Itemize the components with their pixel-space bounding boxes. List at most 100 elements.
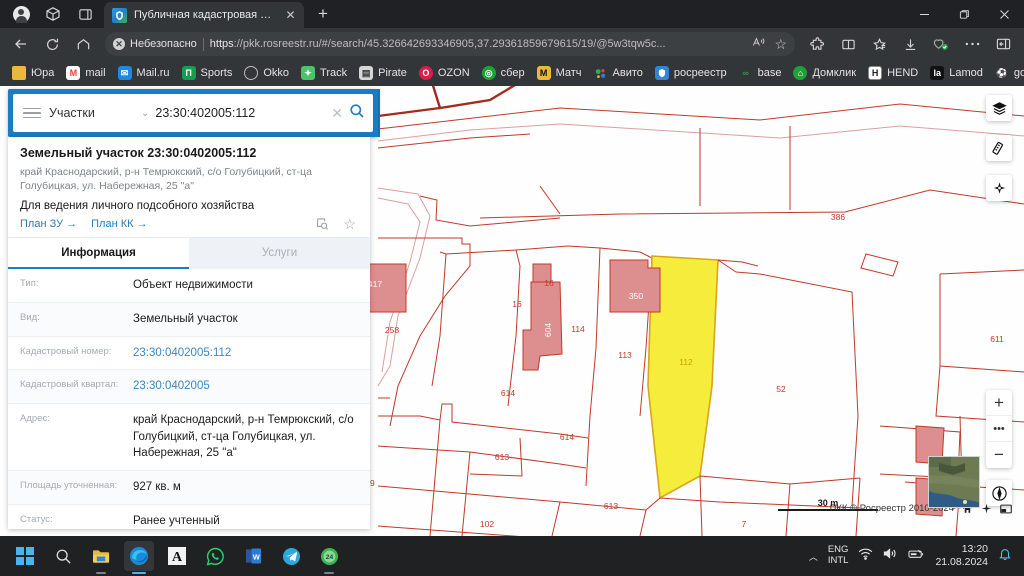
- bookmark-item[interactable]: ◎ сбер: [477, 64, 530, 82]
- layers-control[interactable]: [986, 95, 1012, 121]
- language-indicator[interactable]: ENG INTL: [827, 544, 849, 567]
- svg-text:52: 52: [776, 384, 786, 394]
- tab-information[interactable]: Информация: [8, 238, 189, 270]
- close-window-button[interactable]: [984, 0, 1024, 28]
- bookmark-item[interactable]: Okko: [239, 64, 294, 82]
- search-input[interactable]: 23:30:402005:112: [155, 106, 325, 120]
- bookmark-item[interactable]: Авито: [589, 64, 648, 82]
- minimap-thumbnail[interactable]: [928, 456, 980, 508]
- zoom-in-button[interactable]: +: [986, 390, 1012, 416]
- language-line2: INTL: [827, 555, 849, 566]
- measure-control[interactable]: [986, 135, 1012, 161]
- bookmark-item[interactable]: la Lamod: [925, 64, 988, 82]
- start-button[interactable]: [10, 541, 40, 571]
- bookmark-label: goool: [1013, 67, 1024, 79]
- title-bar: Публичная кадастровая карта ✕ +: [0, 0, 1024, 28]
- clock[interactable]: 13:20 21.08.2024: [935, 543, 988, 568]
- bookmark-item[interactable]: H HEND: [863, 64, 923, 82]
- bookmark-item[interactable]: ⚽ goool: [990, 64, 1024, 82]
- edge-button[interactable]: [124, 541, 154, 574]
- bookmark-label: Pirate: [378, 67, 407, 79]
- search-category-label[interactable]: Участки: [49, 106, 135, 120]
- extensions-icon[interactable]: [802, 31, 832, 57]
- chevron-down-icon[interactable]: ⌄: [141, 108, 149, 119]
- bookmark-item[interactable]: ✉ Mail.ru: [113, 64, 175, 82]
- svg-text:611: 611: [990, 334, 1004, 344]
- tab-services[interactable]: Услуги: [189, 238, 370, 270]
- svg-text:24: 24: [325, 553, 333, 560]
- whatsapp-button[interactable]: [200, 541, 230, 571]
- search-button[interactable]: [48, 541, 78, 571]
- search-icon[interactable]: [349, 103, 365, 124]
- split-screen-icon[interactable]: [833, 31, 863, 57]
- favorite-star-icon[interactable]: ☆: [343, 217, 356, 236]
- plan-kk-link[interactable]: План КК →: [91, 218, 147, 230]
- tray-expand-icon[interactable]: ︿: [809, 550, 818, 563]
- svg-text:112: 112: [679, 357, 693, 367]
- security-indicator[interactable]: ✕ Небезопасно: [113, 38, 197, 50]
- hamburger-icon[interactable]: [21, 107, 43, 119]
- abbyy-button[interactable]: A: [162, 541, 192, 571]
- new-tab-button[interactable]: +: [310, 1, 336, 27]
- browser-settings-icon[interactable]: [957, 31, 987, 57]
- locate-control[interactable]: [986, 175, 1012, 201]
- zoom-out-button[interactable]: −: [986, 442, 1012, 468]
- gmail-icon: M: [66, 66, 81, 80]
- bookmark-item[interactable]: росреестр: [650, 64, 732, 82]
- app24-button[interactable]: 24: [314, 541, 344, 574]
- profile-icon[interactable]: [926, 31, 956, 57]
- bookmark-item[interactable]: ▤ Pirate: [354, 64, 412, 82]
- home-button[interactable]: [68, 31, 98, 57]
- bookmark-item[interactable]: M mail: [61, 64, 110, 82]
- bookmark-item[interactable]: ⌂ Домклик: [788, 64, 861, 82]
- ozon-icon: O: [418, 66, 433, 80]
- address-bar[interactable]: ✕ Небезопасно https://pkk.rosreestr.ru/#…: [105, 32, 795, 56]
- svg-text:386: 386: [831, 212, 845, 222]
- explorer-button[interactable]: [86, 541, 116, 574]
- ruler-icon[interactable]: [986, 135, 1012, 161]
- security-label: Небезопасно: [130, 38, 197, 50]
- tab-close-icon[interactable]: ✕: [283, 8, 298, 23]
- volume-icon[interactable]: [883, 547, 898, 565]
- back-button[interactable]: [6, 31, 36, 57]
- downloads-icon[interactable]: [895, 31, 925, 57]
- url-scheme: https: [209, 38, 234, 50]
- word-button[interactable]: W: [238, 541, 268, 571]
- sparkle-icon[interactable]: [981, 503, 992, 514]
- sidebar-icon[interactable]: [988, 31, 1018, 57]
- row-value-cadastral-number[interactable]: 23:30:0402005:112: [133, 345, 358, 362]
- clear-search-icon[interactable]: ✕: [331, 105, 343, 122]
- row-value-cadastral-quarter[interactable]: 23:30:0402005: [133, 378, 358, 395]
- wifi-icon[interactable]: [858, 547, 873, 565]
- favorite-star-icon[interactable]: ☆: [774, 36, 787, 53]
- tab-actions-icon[interactable]: [70, 2, 100, 26]
- reload-button[interactable]: [37, 31, 67, 57]
- battery-icon[interactable]: [908, 547, 925, 565]
- map-page[interactable]: 386 417 258 16 16 604 350 114 113 112 52…: [0, 86, 1024, 536]
- bookmark-item[interactable]: ✦ Track: [296, 64, 352, 82]
- copy-icon[interactable]: [315, 217, 329, 236]
- browser-tab[interactable]: Публичная кадастровая карта ✕: [104, 2, 304, 28]
- sparkle-icon[interactable]: [986, 175, 1012, 201]
- bookmark-label: сбер: [500, 67, 525, 79]
- bookmark-item[interactable]: П Sports: [177, 64, 238, 82]
- collections-icon[interactable]: [864, 31, 894, 57]
- bell-icon[interactable]: [998, 547, 1012, 566]
- plan-zu-link[interactable]: План ЗУ →: [20, 218, 77, 230]
- layers-icon[interactable]: [986, 95, 1012, 121]
- bookmark-label: Домклик: [812, 67, 857, 79]
- bookmark-item[interactable]: Юра: [7, 64, 59, 82]
- panel-icon[interactable]: [1000, 504, 1012, 514]
- maximize-button[interactable]: [944, 0, 984, 28]
- profile-avatar-icon[interactable]: [6, 2, 36, 26]
- search-bar[interactable]: Участки ⌄ 23:30:402005:112 ✕: [13, 94, 373, 132]
- zoom-options-button[interactable]: •••: [986, 416, 1012, 442]
- goool-icon: ⚽: [996, 67, 1008, 78]
- telegram-button[interactable]: [276, 541, 306, 571]
- workspaces-icon[interactable]: [38, 2, 68, 26]
- bookmark-item[interactable]: M Матч: [532, 64, 587, 82]
- bookmark-item[interactable]: ∞ base: [734, 64, 787, 82]
- read-aloud-icon[interactable]: [752, 35, 766, 53]
- minimize-button[interactable]: [904, 0, 944, 28]
- bookmark-item[interactable]: O OZON: [414, 64, 475, 82]
